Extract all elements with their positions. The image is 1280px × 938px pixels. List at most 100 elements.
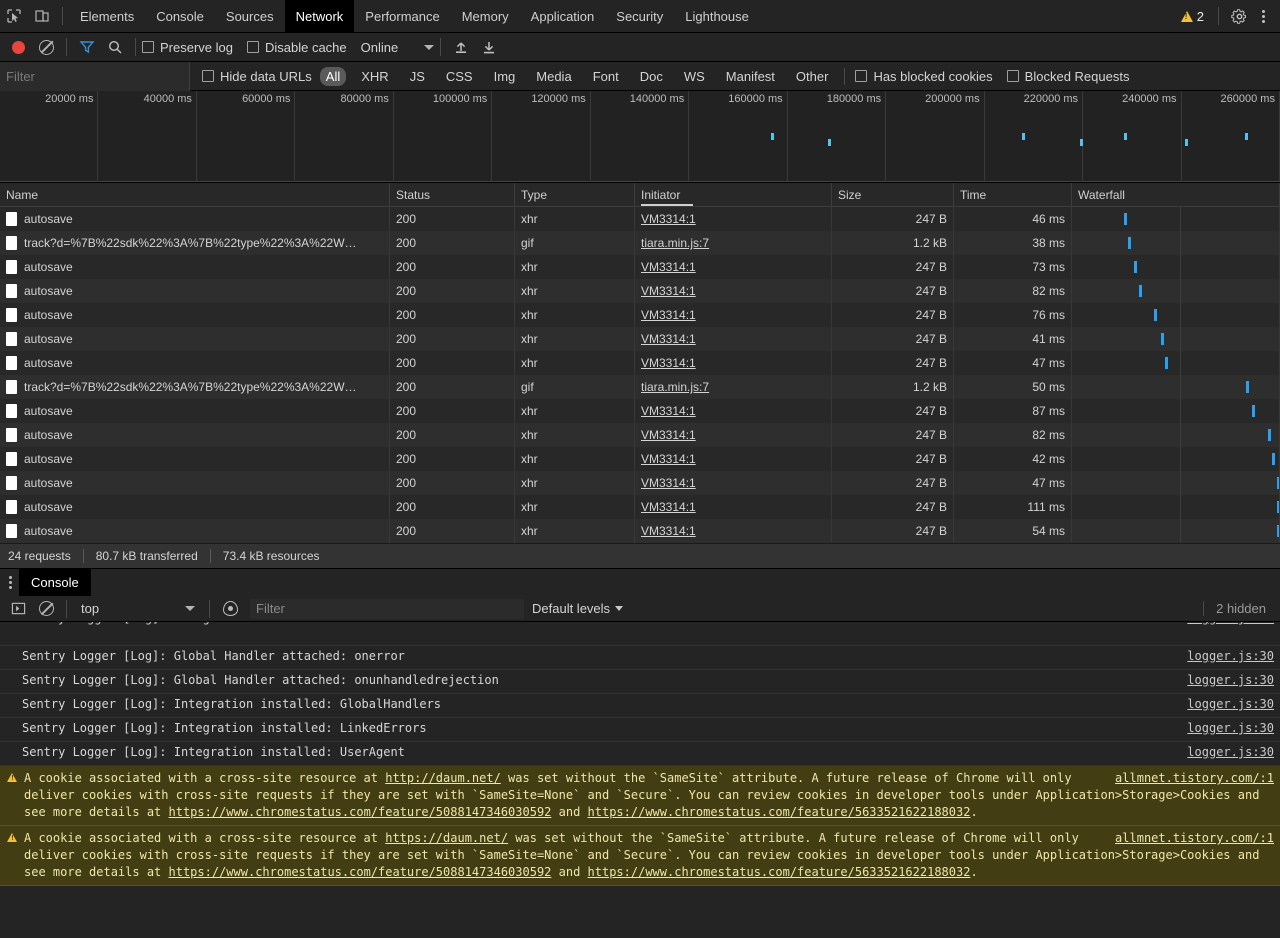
column-header-status[interactable]: Status <box>390 182 515 207</box>
table-row[interactable]: autosave 200 xhr VM3314:1 247 B 111 ms <box>0 495 1280 519</box>
tab-application[interactable]: Application <box>520 0 606 33</box>
table-row[interactable]: autosave 200 xhr VM3314:1 247 B 41 ms <box>0 327 1280 351</box>
tab-network[interactable]: Network <box>284 0 355 33</box>
console-log-source-link[interactable]: logger.js:30 <box>1177 697 1274 711</box>
console-log-row[interactable]: Sentry Logger [Log]: Integration install… <box>0 622 1280 646</box>
throttle-select[interactable]: Online <box>361 40 435 55</box>
execute-icon[interactable] <box>4 595 32 623</box>
cell-initiator[interactable]: tiara.min.js:7 <box>635 375 832 399</box>
record-icon[interactable] <box>4 33 32 61</box>
console-context-select[interactable]: top <box>73 601 203 616</box>
chromestatus-link-2[interactable]: https://www.chromestatus.com/feature/563… <box>588 805 971 819</box>
live-expression-icon[interactable] <box>216 595 244 623</box>
table-row[interactable]: autosave 200 xhr VM3314:1 247 B 47 ms <box>0 351 1280 375</box>
console-hidden-count[interactable]: 2 hidden <box>1203 601 1280 616</box>
type-filter-ws[interactable]: WS <box>678 67 711 86</box>
initiator-link[interactable]: VM3314:1 <box>641 356 696 370</box>
has-blocked-cookies-checkbox[interactable]: Has blocked cookies <box>855 69 993 84</box>
cell-initiator[interactable]: VM3314:1 <box>635 399 832 423</box>
table-row[interactable]: autosave 200 xhr VM3314:1 247 B 46 ms <box>0 207 1280 231</box>
network-filter-input[interactable]: Filter <box>0 61 190 91</box>
drawer-tab-console[interactable]: Console <box>19 569 91 596</box>
initiator-link[interactable]: VM3314:1 <box>641 308 696 322</box>
table-row[interactable]: autosave 200 xhr VM3314:1 247 B 87 ms <box>0 399 1280 423</box>
chromestatus-link-2[interactable]: https://www.chromestatus.com/feature/563… <box>588 865 971 879</box>
kebab-menu-icon[interactable] <box>1253 9 1274 23</box>
console-log-source-link[interactable]: logger.js:30 <box>1177 673 1274 687</box>
cell-initiator[interactable]: VM3314:1 <box>635 471 832 495</box>
cell-initiator[interactable]: VM3314:1 <box>635 351 832 375</box>
cell-initiator[interactable]: VM3314:1 <box>635 327 832 351</box>
device-toolbar-icon[interactable] <box>28 2 56 30</box>
type-filter-js[interactable]: JS <box>404 67 431 86</box>
preserve-log-checkbox[interactable]: Preserve log <box>142 40 233 55</box>
cell-initiator[interactable]: tiara.min.js:7 <box>635 231 832 255</box>
hide-data-urls-checkbox[interactable]: Hide data URLs <box>202 69 312 84</box>
console-warning-source-link[interactable]: allmnet.tistory.com/:1 <box>1115 770 1274 787</box>
initiator-link[interactable]: VM3314:1 <box>641 404 696 418</box>
warning-resource-link[interactable]: http://daum.net/ <box>385 771 501 785</box>
column-header-initiator[interactable]: Initiator <box>635 182 832 207</box>
tab-console[interactable]: Console <box>145 0 215 33</box>
export-har-icon[interactable] <box>475 33 503 61</box>
console-warning-row[interactable]: allmnet.tistory.com/:1 A cookie associate… <box>0 766 1280 826</box>
tab-security[interactable]: Security <box>605 0 674 33</box>
network-overview-timeline[interactable]: 20000 ms 40000 ms 60000 ms 80000 ms 100000 m… <box>0 91 1280 183</box>
console-log-row[interactable]: Sentry Logger [Log]: Global Handler atta… <box>0 646 1280 670</box>
tab-performance[interactable]: Performance <box>354 0 450 33</box>
clear-console-icon[interactable] <box>32 595 60 623</box>
initiator-link[interactable]: VM3314:1 <box>641 452 696 466</box>
console-warning-source-link[interactable]: allmnet.tistory.com/:1 <box>1115 830 1274 847</box>
type-filter-img[interactable]: Img <box>488 67 522 86</box>
console-message-list[interactable]: Sentry Logger [Log]: Integration install… <box>0 622 1280 938</box>
gear-icon[interactable] <box>1225 2 1253 30</box>
cell-initiator[interactable]: VM3314:1 <box>635 207 832 231</box>
funnel-icon[interactable] <box>73 33 101 61</box>
console-log-levels-select[interactable]: Default levels <box>532 601 624 616</box>
initiator-link[interactable]: VM3314:1 <box>641 284 696 298</box>
console-log-row[interactable]: Sentry Logger [Log]: Integration install… <box>0 742 1280 766</box>
disable-cache-checkbox[interactable]: Disable cache <box>246 40 347 55</box>
table-row[interactable]: autosave 200 xhr VM3314:1 247 B 76 ms <box>0 303 1280 327</box>
type-filter-font[interactable]: Font <box>587 67 625 86</box>
console-warning-row[interactable]: allmnet.tistory.com/:1 A cookie associate… <box>0 826 1280 886</box>
type-filter-media[interactable]: Media <box>530 67 577 86</box>
chromestatus-link-1[interactable]: https://www.chromestatus.com/feature/508… <box>169 865 552 879</box>
tab-lighthouse[interactable]: Lighthouse <box>674 0 760 33</box>
console-log-row[interactable]: Sentry Logger [Log]: Global Handler atta… <box>0 670 1280 694</box>
console-log-row[interactable]: Sentry Logger [Log]: Integration install… <box>0 694 1280 718</box>
tab-elements[interactable]: Elements <box>69 0 145 33</box>
initiator-link[interactable]: VM3314:1 <box>641 524 696 538</box>
drawer-kebab-menu-icon[interactable] <box>0 576 19 589</box>
type-filter-other[interactable]: Other <box>790 67 835 86</box>
console-log-row[interactable]: Sentry Logger [Log]: Integration install… <box>0 718 1280 742</box>
blocked-requests-checkbox[interactable]: Blocked Requests <box>1006 69 1129 84</box>
table-row[interactable]: track?d=%7B%22sdk%22%3A%7B%22type%22%3A%… <box>0 231 1280 255</box>
initiator-link[interactable]: VM3314:1 <box>641 260 696 274</box>
table-row[interactable]: autosave 200 xhr VM3314:1 247 B 42 ms <box>0 447 1280 471</box>
cell-initiator[interactable]: VM3314:1 <box>635 279 832 303</box>
search-icon[interactable] <box>101 33 129 61</box>
column-header-name[interactable]: Name <box>0 182 390 207</box>
column-header-time[interactable]: Time <box>954 182 1072 207</box>
table-row[interactable]: autosave 200 xhr VM3314:1 247 B 47 ms <box>0 471 1280 495</box>
table-row[interactable]: autosave 200 xhr VM3314:1 247 B 54 ms <box>0 519 1280 543</box>
console-log-source-link[interactable]: logger.js:30 <box>1177 721 1274 735</box>
inspect-cursor-icon[interactable] <box>0 2 28 30</box>
type-filter-doc[interactable]: Doc <box>634 67 669 86</box>
cell-initiator[interactable]: VM3314:1 <box>635 423 832 447</box>
type-filter-manifest[interactable]: Manifest <box>720 67 781 86</box>
cell-initiator[interactable]: VM3314:1 <box>635 303 832 327</box>
type-filter-xhr[interactable]: XHR <box>355 67 394 86</box>
initiator-link[interactable]: VM3314:1 <box>641 428 696 442</box>
console-filter-input[interactable]: Filter <box>250 598 524 619</box>
clear-icon[interactable] <box>32 33 60 61</box>
column-header-type[interactable]: Type <box>515 182 635 207</box>
import-har-icon[interactable] <box>447 33 475 61</box>
cell-initiator[interactable]: VM3314:1 <box>635 495 832 519</box>
console-log-source-link[interactable]: logger.js:30 <box>1177 649 1274 663</box>
type-filter-all[interactable]: All <box>319 66 347 86</box>
console-log-source-link[interactable]: logger.js:30 <box>1177 745 1274 759</box>
warning-badge[interactable]: 2 <box>1173 9 1212 24</box>
initiator-link[interactable]: VM3314:1 <box>641 212 696 226</box>
